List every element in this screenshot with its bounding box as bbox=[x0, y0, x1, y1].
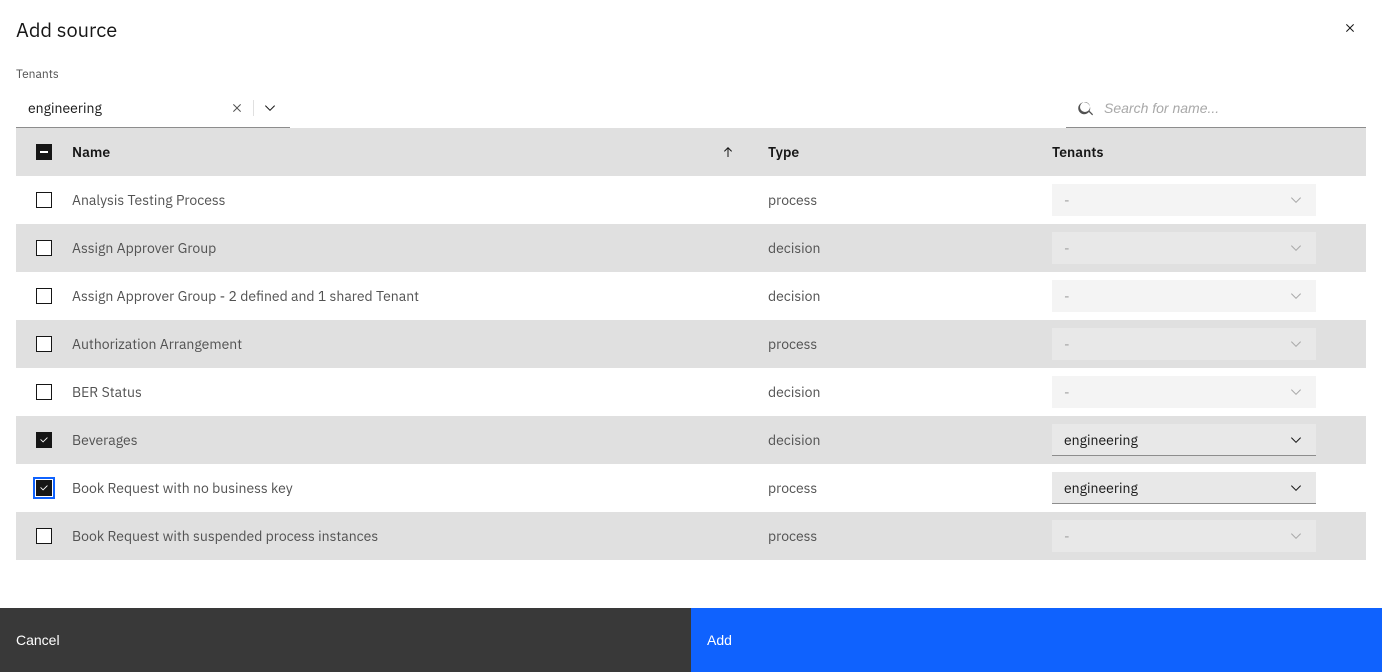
chevron-down-icon bbox=[1288, 384, 1304, 400]
tenant-filter-value: engineering bbox=[28, 99, 229, 117]
row-tenant-value: engineering bbox=[1064, 479, 1138, 497]
row-type: process bbox=[768, 335, 817, 353]
row-tenant-value: - bbox=[1064, 287, 1070, 305]
column-header-tenants[interactable]: Tenants bbox=[1052, 143, 1104, 161]
row-type: process bbox=[768, 527, 817, 545]
row-tenant-select[interactable]: - bbox=[1052, 280, 1316, 312]
row-checkbox[interactable] bbox=[36, 336, 52, 352]
row-tenant-select[interactable]: - bbox=[1052, 232, 1316, 264]
row-tenant-select[interactable]: engineering bbox=[1052, 424, 1316, 456]
chevron-down-icon bbox=[1288, 432, 1304, 448]
tenant-filter-select[interactable]: engineering bbox=[16, 88, 290, 128]
row-tenant-select[interactable]: - bbox=[1052, 376, 1316, 408]
row-name: Book Request with no business key bbox=[72, 479, 293, 497]
row-name: Authorization Arrangement bbox=[72, 335, 242, 353]
close-button[interactable] bbox=[1338, 16, 1362, 40]
chevron-down-icon bbox=[1288, 288, 1304, 304]
table-row: BER Status decision - bbox=[16, 368, 1366, 416]
chevron-down-icon bbox=[1288, 528, 1304, 544]
row-checkbox[interactable] bbox=[36, 432, 52, 448]
row-checkbox[interactable] bbox=[36, 288, 52, 304]
row-name: Assign Approver Group - 2 defined and 1 … bbox=[72, 287, 419, 305]
tenants-label: Tenants bbox=[16, 67, 1366, 82]
table-row: Analysis Testing Process process - bbox=[16, 176, 1366, 224]
row-checkbox[interactable] bbox=[36, 384, 52, 400]
tenant-filter-toggle[interactable] bbox=[262, 100, 278, 116]
add-button[interactable]: Add bbox=[691, 608, 1382, 672]
row-name: Analysis Testing Process bbox=[72, 191, 225, 209]
table-row: Authorization Arrangement process - bbox=[16, 320, 1366, 368]
table-row: Book Request with suspended process inst… bbox=[16, 512, 1366, 560]
close-icon bbox=[1342, 20, 1358, 36]
table-row: Assign Approver Group - 2 defined and 1 … bbox=[16, 272, 1366, 320]
table-row: Book Request with no business key process… bbox=[16, 464, 1366, 512]
close-icon bbox=[229, 100, 245, 116]
row-tenant-select[interactable]: - bbox=[1052, 184, 1316, 216]
table-header-row: Name Type Tenants bbox=[16, 128, 1366, 176]
row-name: Beverages bbox=[72, 431, 138, 449]
row-tenant-value: - bbox=[1064, 335, 1070, 353]
row-tenant-value: - bbox=[1064, 191, 1070, 209]
search-box[interactable] bbox=[1066, 88, 1366, 128]
row-tenant-value: - bbox=[1064, 383, 1070, 401]
row-tenant-select[interactable]: engineering bbox=[1052, 472, 1316, 504]
row-name: Book Request with suspended process inst… bbox=[72, 527, 378, 545]
row-type: process bbox=[768, 191, 817, 209]
search-input[interactable] bbox=[1104, 100, 1354, 116]
row-name: BER Status bbox=[72, 383, 142, 401]
page-title: Add source bbox=[16, 16, 1366, 43]
column-header-name[interactable]: Name bbox=[72, 143, 110, 161]
chevron-down-icon bbox=[1288, 480, 1304, 496]
row-type: decision bbox=[768, 287, 820, 305]
row-tenant-value: - bbox=[1064, 527, 1070, 545]
row-checkbox[interactable] bbox=[36, 192, 52, 208]
table-row: Assign Approver Group decision - bbox=[16, 224, 1366, 272]
chevron-down-icon bbox=[1288, 192, 1304, 208]
source-table: Name Type Tenants Analysis Testing Proce… bbox=[16, 128, 1366, 560]
row-type: decision bbox=[768, 383, 820, 401]
sort-ascending-icon[interactable] bbox=[720, 144, 736, 160]
row-checkbox[interactable] bbox=[36, 528, 52, 544]
column-header-type[interactable]: Type bbox=[768, 143, 799, 161]
dialog-footer: Cancel Add bbox=[0, 608, 1382, 672]
row-name: Assign Approver Group bbox=[72, 239, 216, 257]
row-type: process bbox=[768, 479, 817, 497]
row-tenant-value: engineering bbox=[1064, 431, 1138, 449]
divider bbox=[253, 100, 254, 116]
cancel-button[interactable]: Cancel bbox=[0, 608, 691, 672]
chevron-down-icon bbox=[1288, 336, 1304, 352]
tenant-filter-clear[interactable] bbox=[229, 100, 245, 116]
row-tenant-select[interactable]: - bbox=[1052, 520, 1316, 552]
table-row: Beverages decision engineering bbox=[16, 416, 1366, 464]
search-icon bbox=[1078, 100, 1094, 116]
select-all-checkbox[interactable] bbox=[36, 144, 52, 160]
row-checkbox[interactable] bbox=[36, 480, 52, 496]
chevron-down-icon bbox=[262, 100, 278, 116]
chevron-down-icon bbox=[1288, 240, 1304, 256]
row-tenant-select[interactable]: - bbox=[1052, 328, 1316, 360]
row-tenant-value: - bbox=[1064, 239, 1070, 257]
row-type: decision bbox=[768, 239, 820, 257]
row-checkbox[interactable] bbox=[36, 240, 52, 256]
row-type: decision bbox=[768, 431, 820, 449]
